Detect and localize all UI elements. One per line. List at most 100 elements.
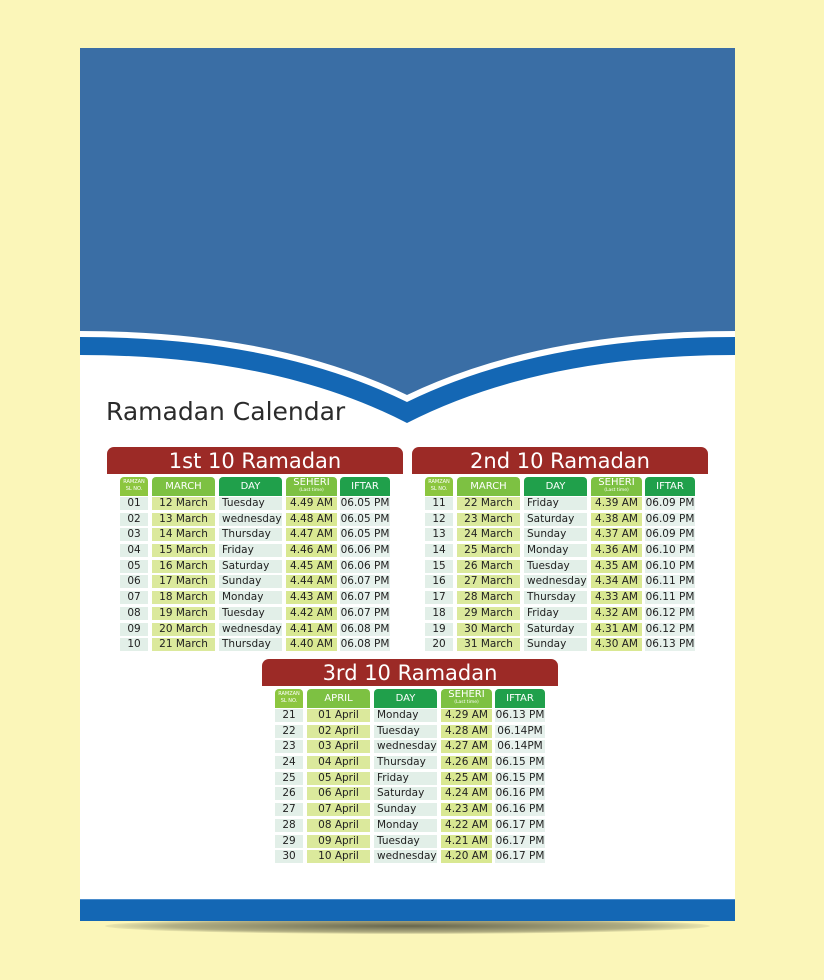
day-cell: Tuesday	[374, 724, 437, 738]
iftar-cell: 06.11 PM	[645, 575, 695, 589]
seheri-cell: 4.32 AM	[591, 606, 642, 620]
header-day: DAY	[374, 689, 437, 708]
iftar-cell: 06.15 PM	[495, 756, 545, 770]
iftar-cell: 06.17 PM	[495, 834, 545, 848]
iftar-cell: 06.07 PM	[340, 591, 390, 605]
date-cell: 02 April	[307, 724, 370, 738]
sl-cell: 18	[425, 606, 453, 620]
seheri-cell: 4.29 AM	[441, 709, 492, 722]
sl-cell: 17	[425, 591, 453, 605]
sl-cell: 11	[425, 497, 453, 510]
header-iftar: IFTAR	[340, 477, 390, 496]
table-title: 1st 10 Ramadan	[107, 447, 403, 474]
iftar-cell: 06.08 PM	[340, 638, 390, 652]
day-cell: Monday	[219, 591, 282, 605]
seheri-cell: 4.44 AM	[286, 575, 337, 589]
date-cell: 18 March	[152, 591, 215, 605]
table-row: 27 07 April Sunday 4.23 AM 06.16 PM	[262, 802, 558, 818]
header-iftar: IFTAR	[645, 477, 695, 496]
table-row: 11 22 March Friday 4.39 AM 06.09 PM	[412, 496, 708, 512]
date-cell: 05 April	[307, 771, 370, 785]
iftar-cell: 06.09 PM	[645, 512, 695, 526]
table-row: 23 03 April wednesday 4.27 AM 06.14PM	[262, 739, 558, 755]
day-cell: Thursday	[374, 756, 437, 770]
ramadan-table-3: 3rd 10 Ramadan RAMZAN SL NO. APRIL DAY S…	[262, 659, 558, 865]
sl-cell: 22	[275, 724, 303, 738]
table-row: 16 27 March wednesday 4.34 AM 06.11 PM	[412, 574, 708, 590]
date-cell: 03 April	[307, 740, 370, 754]
day-cell: Monday	[524, 544, 587, 558]
seheri-cell: 4.46 AM	[286, 544, 337, 558]
date-cell: 16 March	[152, 559, 215, 573]
iftar-cell: 06.15 PM	[495, 771, 545, 785]
sl-cell: 02	[120, 512, 148, 526]
date-cell: 19 March	[152, 606, 215, 620]
date-cell: 07 April	[307, 803, 370, 817]
date-cell: 01 April	[307, 709, 370, 722]
iftar-cell: 06.07 PM	[340, 575, 390, 589]
table-row: 06 17 March Sunday 4.44 AM 06.07 PM	[107, 574, 403, 590]
header-seheri-label: SEHERI	[448, 689, 485, 700]
seheri-cell: 4.26 AM	[441, 756, 492, 770]
day-cell: Monday	[374, 709, 437, 722]
iftar-cell: 06.09 PM	[645, 497, 695, 510]
day-cell: Saturday	[524, 512, 587, 526]
date-cell: 23 March	[457, 512, 520, 526]
date-cell: 08 April	[307, 818, 370, 832]
day-cell: wednesday	[219, 512, 282, 526]
day-cell: Thursday	[219, 638, 282, 652]
table-row: 10 21 March Thursday 4.40 AM 06.08 PM	[107, 637, 403, 653]
seheri-cell: 4.48 AM	[286, 512, 337, 526]
date-cell: 29 March	[457, 606, 520, 620]
table-row: 01 12 March Tuesday 4.49 AM 06.05 PM	[107, 496, 403, 512]
day-cell: Sunday	[374, 803, 437, 817]
seheri-cell: 4.30 AM	[591, 638, 642, 652]
header-iftar: IFTAR	[495, 689, 545, 708]
seheri-cell: 4.39 AM	[591, 497, 642, 510]
sl-cell: 20	[425, 638, 453, 652]
sl-cell: 01	[120, 497, 148, 510]
sl-cell: 16	[425, 575, 453, 589]
seheri-cell: 4.20 AM	[441, 850, 492, 864]
header-seheri: SEHERI (Last time)	[591, 477, 642, 496]
table-row: 22 02 April Tuesday 4.28 AM 06.14PM	[262, 724, 558, 740]
table-row: 19 30 March Saturday 4.31 AM 06.12 PM	[412, 622, 708, 638]
iftar-cell: 06.14PM	[495, 740, 545, 754]
date-cell: 28 March	[457, 591, 520, 605]
seheri-cell: 4.23 AM	[441, 803, 492, 817]
day-cell: Tuesday	[524, 559, 587, 573]
table-header: RAMZAN SL NO. MARCH DAY SEHERI (Last time…	[107, 477, 403, 496]
table-row: 09 20 March wednesday 4.41 AM 06.08 PM	[107, 622, 403, 638]
date-cell: 06 April	[307, 787, 370, 801]
table-title: 3rd 10 Ramadan	[262, 659, 558, 686]
iftar-cell: 06.10 PM	[645, 559, 695, 573]
table-row: 20 31 March Sunday 4.30 AM 06.13 PM	[412, 637, 708, 653]
sl-cell: 25	[275, 771, 303, 785]
header-month: MARCH	[457, 477, 520, 496]
header-month: APRIL	[307, 689, 370, 708]
iftar-cell: 06.06 PM	[340, 544, 390, 558]
sl-cell: 19	[425, 622, 453, 636]
day-cell: Friday	[524, 606, 587, 620]
seheri-cell: 4.41 AM	[286, 622, 337, 636]
seheri-cell: 4.43 AM	[286, 591, 337, 605]
iftar-cell: 06.13 PM	[645, 638, 695, 652]
sl-cell: 14	[425, 544, 453, 558]
table-row: 03 14 March Thursday 4.47 AM 06.05 PM	[107, 527, 403, 543]
sl-cell: 29	[275, 834, 303, 848]
seheri-cell: 4.36 AM	[591, 544, 642, 558]
iftar-cell: 06.16 PM	[495, 803, 545, 817]
iftar-cell: 06.05 PM	[340, 512, 390, 526]
header-sl: RAMZAN SL NO.	[275, 689, 303, 708]
table-title: 2nd 10 Ramadan	[412, 447, 708, 474]
day-cell: Thursday	[524, 591, 587, 605]
header-wave	[80, 48, 735, 423]
iftar-cell: 06.14PM	[495, 724, 545, 738]
date-cell: 21 March	[152, 638, 215, 652]
table-row: 07 18 March Monday 4.43 AM 06.07 PM	[107, 590, 403, 606]
day-cell: wednesday	[374, 740, 437, 754]
iftar-cell: 06.13 PM	[495, 709, 545, 722]
table-row: 15 26 March Tuesday 4.35 AM 06.10 PM	[412, 559, 708, 575]
table-row: 18 29 March Friday 4.32 AM 06.12 PM	[412, 606, 708, 622]
table-row: 04 15 March Friday 4.46 AM 06.06 PM	[107, 543, 403, 559]
